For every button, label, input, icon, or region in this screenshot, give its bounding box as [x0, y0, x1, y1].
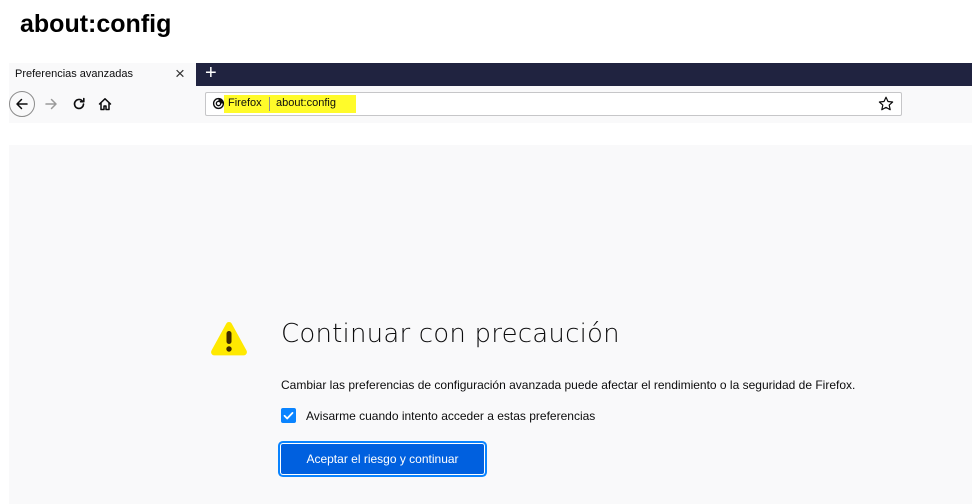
page-title: Continuar con precaución	[281, 319, 620, 349]
forward-arrow-icon	[45, 98, 57, 110]
nav-bar: Firefox about:config	[9, 86, 972, 123]
warning-page: Continuar con precaución Cambiar las pre…	[9, 145, 972, 504]
checkbox-label[interactable]: Avisarme cuando intento acceder a estas …	[306, 409, 595, 423]
checkmark-icon	[283, 412, 294, 420]
identity-label[interactable]: Firefox	[228, 97, 262, 109]
reload-icon	[73, 97, 85, 110]
forward-button[interactable]	[41, 92, 61, 116]
url-bar[interactable]: Firefox about:config	[205, 92, 902, 116]
tab-strip: Preferencias avanzadas × +	[9, 61, 972, 86]
home-button[interactable]	[95, 92, 115, 116]
url-separator	[269, 97, 270, 111]
star-icon[interactable]	[877, 95, 895, 113]
home-icon	[98, 98, 112, 111]
page-heading: about:config	[20, 10, 172, 38]
firefox-icon	[212, 97, 225, 110]
tab-preferencias-avanzadas[interactable]: Preferencias avanzadas ×	[9, 63, 196, 86]
reload-button[interactable]	[69, 92, 89, 116]
back-button[interactable]	[9, 91, 35, 117]
accept-risk-button[interactable]: Aceptar el riesgo y continuar	[281, 444, 484, 474]
new-tab-icon[interactable]: +	[205, 61, 217, 85]
warning-icon	[211, 322, 247, 356]
tab-close-icon[interactable]: ×	[175, 64, 185, 84]
tab-title: Preferencias avanzadas	[15, 68, 134, 80]
browser-window: Preferencias avanzadas × + Firefox about…	[9, 61, 972, 504]
warning-description: Cambiar las preferencias de configuració…	[281, 378, 856, 392]
warning-checkbox[interactable]	[281, 408, 296, 423]
url-text[interactable]: about:config	[276, 97, 336, 109]
back-arrow-icon	[16, 98, 28, 110]
